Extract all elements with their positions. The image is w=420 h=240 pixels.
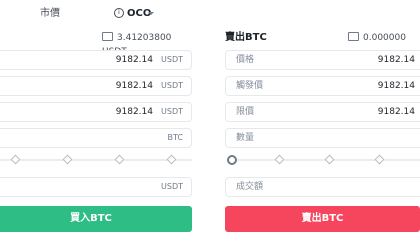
sell-price-field[interactable]: 價格 9182.14: [225, 50, 420, 70]
sell-total-field[interactable]: 成交額: [225, 177, 420, 197]
slider-step-100[interactable]: [166, 154, 177, 165]
slider-step-25[interactable]: [274, 154, 285, 165]
sell-available: 0.000000: [348, 31, 406, 45]
buy-panel: 3.41203800 USDT 9182.14 USDT 9182.14 USD…: [0, 28, 192, 240]
buy-amount-unit: BTC: [167, 133, 184, 142]
slider-step-75[interactable]: [114, 154, 125, 165]
sell-percent-slider[interactable]: [227, 154, 420, 165]
buy-button[interactable]: 買入BTC: [0, 206, 192, 232]
slider-step-50[interactable]: [324, 154, 335, 165]
tab-market[interactable]: 市價: [40, 8, 60, 20]
sell-available-value: 0.000000: [363, 33, 406, 43]
sell-limit-label: 限價: [236, 107, 255, 117]
buy-stop-value: 9182.14: [115, 81, 153, 91]
buy-price-unit: USDT: [161, 55, 183, 64]
sell-amount-field[interactable]: 數量: [225, 128, 420, 148]
buy-percent-slider[interactable]: [0, 154, 192, 165]
sell-title: 賣出BTC: [225, 32, 267, 43]
sell-stop-label: 觸發價: [236, 81, 264, 91]
sell-stop-value: 9182.14: [377, 81, 415, 91]
sell-panel: 賣出BTC 0.000000 價格 9182.14 觸發價 9182.14 限價…: [225, 28, 420, 240]
buy-available: 3.41203800 USDT: [102, 31, 192, 57]
sell-limit-value: 9182.14: [377, 107, 415, 117]
chevron-down-icon[interactable]: [148, 12, 154, 15]
slider-thumb[interactable]: [227, 155, 237, 165]
buy-price-value: 9182.14: [115, 55, 153, 65]
sell-button[interactable]: 賣出BTC: [225, 206, 420, 232]
sell-stop-field[interactable]: 觸發價 9182.14: [225, 76, 420, 96]
order-type-tabs: 市價 i OCO: [0, 0, 420, 28]
buy-total-unit: USDT: [161, 182, 183, 191]
buy-limit-unit: USDT: [161, 107, 183, 116]
buy-limit-value: 9182.14: [115, 107, 153, 117]
sell-limit-field[interactable]: 限價 9182.14: [225, 102, 420, 122]
buy-total-field[interactable]: USDT: [0, 177, 192, 197]
buy-price-field[interactable]: 9182.14 USDT: [0, 50, 192, 70]
buy-amount-field[interactable]: BTC: [0, 128, 192, 148]
sell-price-label: 價格: [236, 55, 255, 65]
buy-stop-field[interactable]: 9182.14 USDT: [0, 76, 192, 96]
slider-step-25[interactable]: [10, 154, 21, 165]
sell-price-value: 9182.14: [377, 55, 415, 65]
tab-oco[interactable]: i OCO: [114, 8, 154, 20]
slider-step-50[interactable]: [62, 154, 73, 165]
wallet-icon: [102, 32, 113, 41]
slider-step-75[interactable]: [374, 154, 385, 165]
sell-total-label: 成交額: [236, 182, 264, 192]
wallet-icon: [348, 32, 359, 41]
slider-track: [0, 159, 192, 161]
sell-amount-label: 數量: [236, 133, 255, 143]
buy-limit-field[interactable]: 9182.14 USDT: [0, 102, 192, 122]
info-icon[interactable]: i: [114, 8, 124, 18]
buy-stop-unit: USDT: [161, 81, 183, 90]
